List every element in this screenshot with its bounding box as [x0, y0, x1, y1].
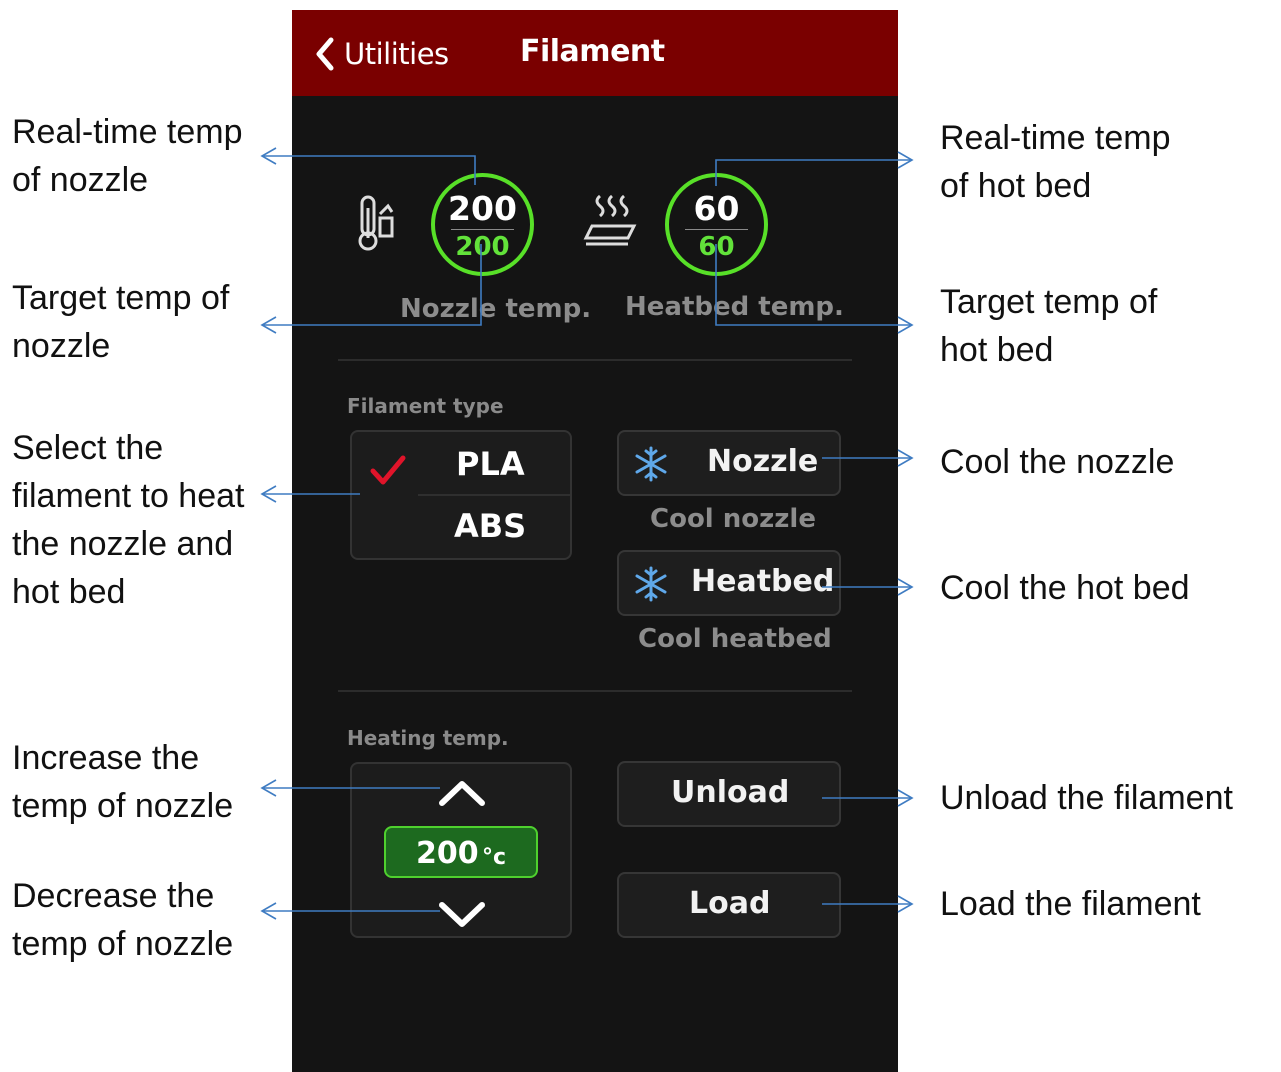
cool-heatbed-label: Heatbed [691, 564, 835, 599]
arrow-head [260, 485, 277, 503]
annotation-realtime-bed: Real-time temp of hot bed [940, 119, 1171, 205]
arrow-head [260, 147, 277, 165]
arrow-head [897, 789, 914, 807]
annotation-realtime-nozzle: Real-time temp of nozzle [12, 113, 243, 199]
annotation-select-filament: Select the filament to heat the nozzle a… [12, 429, 245, 611]
arrow-head [897, 895, 914, 913]
annotation-decrease: Decrease the temp of nozzle [12, 877, 234, 963]
ring-divider [685, 229, 748, 230]
header-bar: Utilities Filament [292, 10, 898, 96]
cool-heatbed-caption: Cool heatbed [638, 624, 832, 654]
nozzle-thermometer-icon [358, 195, 394, 251]
checkmark-icon [370, 455, 406, 485]
heatbed-target-temp: 60 [698, 232, 735, 262]
nozzle-current-temp: 200 [448, 189, 517, 228]
heatbed-temp-caption: Heatbed temp. [625, 292, 844, 322]
heating-temp-value: 200 [416, 836, 479, 871]
arrow-head [260, 779, 277, 797]
annotation-cool-nozzle: Cool the nozzle [940, 443, 1175, 481]
filament-type-panel: PLA ABS [350, 430, 572, 560]
chevron-left-icon [316, 37, 334, 71]
back-button[interactable]: Utilities [314, 34, 449, 74]
annotation-load: Load the filament [940, 885, 1201, 923]
filament-option-pla[interactable]: PLA [456, 445, 525, 483]
printer-screen: Utilities Filament 200 200 Nozzle temp. … [292, 10, 898, 1072]
heating-temp-unit: °c [482, 845, 507, 870]
divider [338, 690, 852, 692]
arrow-head [260, 316, 277, 334]
cool-heatbed-button[interactable]: Heatbed [617, 550, 841, 616]
page-title: Filament [520, 34, 665, 69]
nozzle-target-temp: 200 [455, 232, 510, 262]
filament-type-label: Filament type [347, 394, 504, 418]
annotation-cool-bed: Cool the hot bed [940, 569, 1190, 607]
heatbed-current-temp: 60 [693, 189, 740, 228]
back-label: Utilities [344, 37, 449, 71]
unload-button[interactable]: Unload [617, 761, 841, 827]
arrow-head [897, 578, 914, 596]
nozzle-temp-caption: Nozzle temp. [400, 294, 592, 324]
annotation-unload: Unload the filament [940, 779, 1233, 817]
divider [338, 359, 852, 361]
arrow-head [897, 151, 914, 169]
heating-temp-label: Heating temp. [347, 726, 509, 750]
arrow-head [897, 449, 914, 467]
load-button[interactable]: Load [617, 872, 841, 938]
ring-divider [451, 229, 514, 230]
cool-nozzle-label: Nozzle [707, 444, 819, 479]
option-divider [418, 494, 570, 496]
filament-option-abs[interactable]: ABS [454, 507, 526, 545]
annotation-increase: Increase the temp of nozzle [12, 739, 234, 825]
chevron-up-icon[interactable] [436, 778, 488, 808]
load-label: Load [689, 886, 771, 921]
arrow-head [260, 902, 277, 920]
nozzle-temp-ring: 200 200 [431, 173, 534, 276]
heatbed-icon [583, 194, 637, 246]
chevron-down-icon[interactable] [436, 900, 488, 930]
snowflake-icon [635, 446, 667, 482]
arrow-head [897, 316, 914, 334]
annotation-target-bed: Target temp of hot bed [940, 283, 1158, 369]
cool-nozzle-caption: Cool nozzle [650, 504, 816, 534]
cool-nozzle-button[interactable]: Nozzle [617, 430, 841, 496]
heating-temp-input[interactable]: 200 °c [384, 826, 538, 878]
snowflake-icon [635, 566, 667, 602]
annotation-target-nozzle: Target temp of nozzle [12, 279, 230, 365]
heatbed-temp-ring: 60 60 [665, 173, 768, 276]
unload-label: Unload [671, 775, 790, 810]
